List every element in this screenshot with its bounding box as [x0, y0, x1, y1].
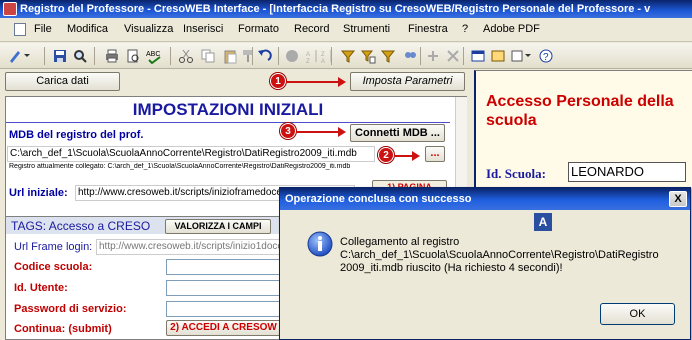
callout-arrow-2	[394, 151, 420, 161]
search-icon[interactable]	[72, 48, 88, 64]
svg-text:A: A	[306, 52, 310, 58]
copy-icon[interactable]	[200, 48, 216, 64]
print-icon[interactable]	[104, 48, 120, 64]
id-utente-label: Id. Utente:	[14, 282, 68, 294]
menu-visualizza[interactable]: Visualizza	[124, 23, 173, 35]
connected-registry-text: Registro attualmente collegato: C:\arch_…	[9, 163, 351, 170]
id-scuola-label: Id. Scuola:	[486, 166, 546, 181]
url-iniziale-label: Url iniziale:	[9, 187, 68, 199]
right-heading-line2: scuola	[486, 112, 537, 129]
menu-inserisci[interactable]: Inserisci	[183, 23, 223, 35]
callout-badge-1: 1	[270, 73, 286, 89]
dialog-message-line3: 2009_iti.mdb riuscito (Ha richiesto 4 se…	[340, 262, 563, 274]
new-object-icon[interactable]	[510, 48, 531, 64]
document-icon[interactable]	[14, 23, 26, 36]
id-scuola-field[interactable]: LEONARDO	[568, 162, 686, 182]
delete-record-icon[interactable]	[445, 48, 461, 64]
filter-by-form-icon[interactable]	[360, 48, 376, 64]
accedi-creso-button[interactable]: 2) ACCEDI A CRESOW	[166, 320, 281, 336]
mdb-path-field[interactable]: C:\arch_def_1\Scuola\ScuolaAnnoCorrente\…	[7, 146, 375, 162]
toolbar: ABC AZ ZA ?	[0, 43, 692, 69]
properties-icon[interactable]	[470, 48, 486, 64]
codice-scuola-label: Codice scuola:	[14, 261, 93, 273]
menu-formato[interactable]: Formato	[238, 23, 279, 35]
info-icon	[307, 231, 333, 257]
save-icon[interactable]	[52, 48, 68, 64]
svg-text:A: A	[321, 59, 325, 64]
print-preview-icon[interactable]	[125, 48, 141, 64]
menu-help[interactable]: ?	[462, 23, 468, 35]
menu-record[interactable]: Record	[294, 23, 329, 35]
menu-strumenti[interactable]: Strumenti	[343, 23, 390, 35]
dialog-message-line1: Collegamento al registro	[340, 236, 460, 248]
design-view-icon[interactable]	[8, 48, 30, 64]
right-heading-line1: Accesso Personale della	[486, 93, 674, 110]
sort-descending-icon[interactable]: ZA	[320, 48, 336, 65]
callout-badge-3: 3	[280, 123, 296, 139]
svg-text:?: ?	[543, 52, 549, 63]
toolbar-separator	[94, 47, 95, 65]
password-label: Password di servizio:	[14, 303, 127, 315]
hyperlink-icon[interactable]	[284, 48, 300, 64]
frame-login-field[interactable]: http://www.cresoweb.it/scripts/inizio1do…	[96, 239, 281, 255]
toolbar-separator	[170, 47, 171, 65]
toolbar-separator	[463, 47, 464, 65]
svg-text:ABC: ABC	[146, 51, 160, 58]
dialog-title-bar[interactable]: Operazione conclusa con successo	[280, 188, 690, 210]
spell-check-icon[interactable]: ABC	[146, 48, 162, 65]
filter-by-selection-icon[interactable]	[340, 48, 356, 64]
undo-icon[interactable]	[256, 48, 272, 64]
help-icon[interactable]: ?	[538, 48, 554, 64]
callout-arrow-3	[296, 127, 346, 137]
callout-badge-a: A	[534, 213, 552, 231]
imposta-parametri-button[interactable]: Imposta Parametri	[350, 72, 465, 91]
svg-text:Z: Z	[306, 59, 310, 64]
codice-scuola-field[interactable]	[166, 259, 281, 275]
window-title-bar[interactable]: Registro del Professore - CresoWEB Inter…	[0, 0, 692, 18]
toolbar-separator	[252, 47, 253, 65]
id-utente-field[interactable]	[166, 280, 281, 296]
database-window-icon[interactable]	[490, 48, 506, 64]
dialog-message-line2: C:\arch_def_1\Scuola\ScuolaAnnoCorrente\…	[340, 249, 659, 261]
sort-ascending-icon[interactable]: AZ	[305, 48, 321, 65]
mdb-label: MDB del registro del prof.	[9, 129, 144, 141]
dialog-close-button[interactable]: X	[669, 191, 687, 207]
tags-label: TAGS: Accesso a CRESO	[11, 219, 151, 233]
continua-label: Continua: (submit)	[14, 323, 112, 335]
frame-login-label: Url Frame login:	[14, 241, 93, 253]
carica-dati-button[interactable]: Carica dati	[5, 72, 120, 91]
callout-arrow-1	[286, 77, 346, 87]
toolbar-separator	[278, 47, 279, 65]
cut-icon[interactable]	[178, 48, 194, 64]
toolbar-separator	[420, 47, 421, 65]
menu-adobe-pdf[interactable]: Adobe PDF	[483, 23, 540, 35]
format-painter-icon[interactable]	[240, 48, 256, 64]
paste-icon[interactable]	[222, 48, 238, 64]
callout-badge-2: 2	[378, 147, 394, 163]
menu-modifica[interactable]: Modifica	[67, 23, 108, 35]
apply-filter-icon[interactable]	[380, 48, 396, 64]
menu-file[interactable]: File	[34, 23, 52, 35]
dialog-title: Operazione conclusa con successo	[285, 193, 472, 205]
success-dialog: Operazione conclusa con successo X A Col…	[279, 187, 691, 340]
toolbar-separator	[44, 47, 45, 65]
valorizza-campi-button[interactable]: VALORIZZA I CAMPI	[165, 219, 271, 234]
app-icon[interactable]	[3, 2, 17, 16]
password-field[interactable]	[166, 301, 281, 317]
window-title: Registro del Professore - CresoWEB Inter…	[20, 3, 651, 15]
new-record-icon[interactable]	[425, 48, 441, 64]
browse-button[interactable]: ...	[425, 146, 445, 162]
menu-bar: File Modifica Visualizza Inserisci Forma…	[0, 18, 692, 42]
find-icon[interactable]	[402, 48, 418, 64]
connetti-mdb-button[interactable]: Connetti MDB ...	[350, 124, 445, 142]
toolbar-separator	[331, 47, 332, 65]
settings-heading: IMPOSTAZIONI INIZIALI	[6, 97, 450, 123]
ok-button[interactable]: OK	[600, 303, 675, 325]
menu-finestra[interactable]: Finestra	[408, 23, 448, 35]
svg-text:Z: Z	[321, 52, 325, 58]
